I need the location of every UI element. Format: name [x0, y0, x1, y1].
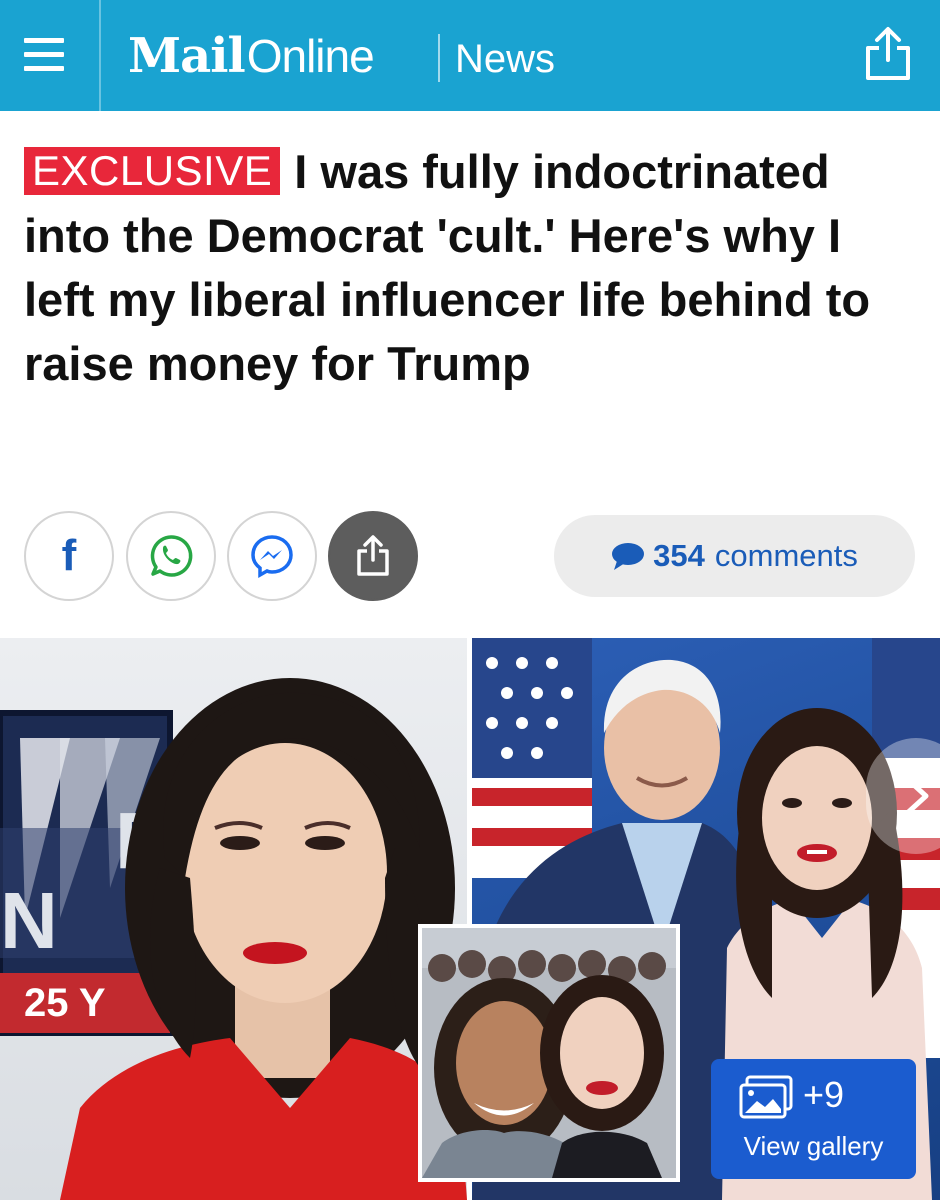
left-photo-illustration: F N 25 Y	[0, 678, 467, 1200]
site-logo[interactable]: Mail Online	[128, 28, 375, 84]
inset-photo	[418, 924, 680, 1182]
gallery-label: View gallery	[743, 1131, 884, 1161]
logo-online-text: Online	[246, 30, 375, 82]
gallery-icon	[739, 1075, 793, 1119]
exclusive-badge: EXCLUSIVE	[24, 147, 281, 195]
messenger-share-button[interactable]	[227, 511, 317, 601]
left-photo-sign-text: 25 Y	[24, 981, 106, 1025]
svg-text:N: N	[0, 876, 58, 965]
gallery-count: +9	[803, 1074, 845, 1115]
more-share-button[interactable]	[328, 511, 418, 601]
top-nav-bar: Mail Online News	[0, 0, 940, 111]
comment-bubble-icon	[612, 543, 645, 570]
section-divider	[438, 34, 440, 82]
whatsapp-icon	[150, 535, 193, 577]
header-divider	[99, 0, 101, 111]
section-label[interactable]: News	[455, 32, 555, 86]
comments-count: 354	[653, 538, 705, 573]
hamburger-menu-icon[interactable]	[18, 30, 76, 80]
logo-mail-text: Mail	[128, 28, 246, 84]
messenger-icon	[251, 535, 293, 579]
comments-button[interactable]: 354 comments	[554, 515, 915, 597]
facebook-share-button[interactable]: f	[24, 511, 114, 601]
view-gallery-button[interactable]: +9 View gallery	[711, 1059, 916, 1179]
comments-label: comments	[714, 538, 858, 573]
facebook-icon: f	[61, 531, 77, 580]
inset-photo-illustration	[422, 928, 676, 1178]
chevron-right-icon	[901, 773, 929, 819]
gallery-next-button[interactable]	[866, 738, 940, 854]
whatsapp-share-button[interactable]	[126, 511, 216, 601]
share-icon[interactable]	[860, 24, 916, 84]
article-headline: EXCLUSIVE I was fully indoctrinated into …	[24, 140, 914, 396]
share-icon	[357, 535, 389, 576]
left-photo: F N 25 Y	[0, 638, 467, 1200]
